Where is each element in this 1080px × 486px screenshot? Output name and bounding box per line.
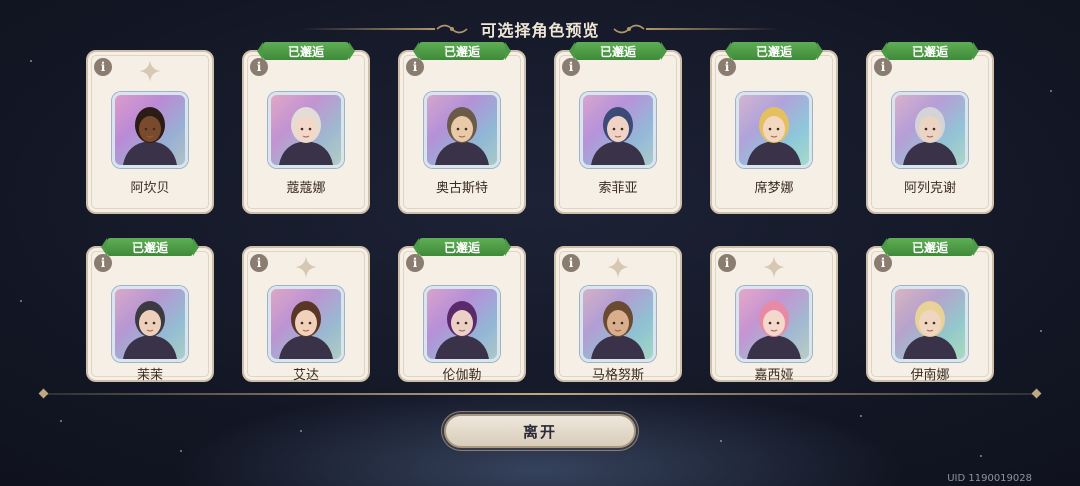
character-card[interactable]: i 已邂逅阿列克谢 [866,42,994,214]
character-portrait [268,92,344,168]
character-card[interactable]: i 已邂逅索菲亚 [554,42,682,214]
info-icon[interactable]: i [406,254,424,272]
character-name: 嘉西娅 [754,368,794,383]
met-badge: 已邂逅 [881,42,979,60]
met-badge: 已邂逅 [413,42,511,60]
character-card[interactable]: i 嘉西娅 [710,246,838,383]
met-badge: 已邂逅 [413,238,511,256]
info-icon[interactable]: i [250,254,268,272]
character-name: 茉茉 [136,368,163,383]
character-card[interactable]: i 已邂逅伊南娜 [866,238,994,383]
sparkle-icon [139,60,161,82]
character-portrait [112,286,188,362]
character-portrait [892,92,968,168]
character-card[interactable]: i 已邂逅席梦娜 [710,42,838,214]
character-portrait [736,92,812,168]
character-name: 索菲亚 [598,181,638,196]
info-icon[interactable]: i [718,254,736,272]
info-icon[interactable]: i [562,58,580,76]
met-badge: 已邂逅 [101,238,199,256]
character-portrait [736,286,812,362]
character-portrait [424,286,500,362]
uid-label: UID 1190019028 [947,473,1032,484]
character-name: 蔻蔻娜 [286,181,326,196]
character-name: 马格努斯 [591,368,644,383]
character-name: 阿坎贝 [130,181,170,196]
character-name: 奥古斯特 [435,181,488,196]
exit-button[interactable]: 离开 [444,414,636,448]
info-icon[interactable]: i [874,254,892,272]
character-card[interactable]: i 已邂逅奥古斯特 [398,42,526,214]
met-badge: 已邂逅 [257,42,355,60]
character-name: 艾达 [292,368,319,383]
character-portrait [112,92,188,168]
info-icon[interactable]: i [94,58,112,76]
character-portrait [580,92,656,168]
info-icon[interactable]: i [718,58,736,76]
character-portrait [580,286,656,362]
met-badge: 已邂逅 [881,238,979,256]
met-badge: 已邂逅 [569,42,667,60]
character-portrait [424,92,500,168]
character-name: 席梦娜 [754,181,794,196]
sparkle-icon [763,256,785,278]
character-card[interactable]: i 已邂逅蔻蔻娜 [242,42,370,214]
character-card[interactable]: i 马格努斯 [554,246,682,383]
divider [40,393,1040,395]
sparkle-icon [607,256,629,278]
character-name: 阿列克谢 [903,181,956,196]
character-card[interactable]: i 阿坎贝 [86,50,214,214]
character-card[interactable]: i 艾达 [242,246,370,383]
info-icon[interactable]: i [874,58,892,76]
sparkle-icon [295,256,317,278]
character-portrait [892,286,968,362]
info-icon[interactable]: i [406,58,424,76]
met-badge: 已邂逅 [725,42,823,60]
info-icon[interactable]: i [94,254,112,272]
character-card[interactable]: i 已邂逅茉茉 [86,238,214,383]
character-name: 伊南娜 [910,368,950,383]
character-name: 伦伽勒 [442,368,482,383]
info-icon[interactable]: i [250,58,268,76]
info-icon[interactable]: i [562,254,580,272]
character-card[interactable]: i 已邂逅伦伽勒 [398,238,526,383]
character-portrait [268,286,344,362]
